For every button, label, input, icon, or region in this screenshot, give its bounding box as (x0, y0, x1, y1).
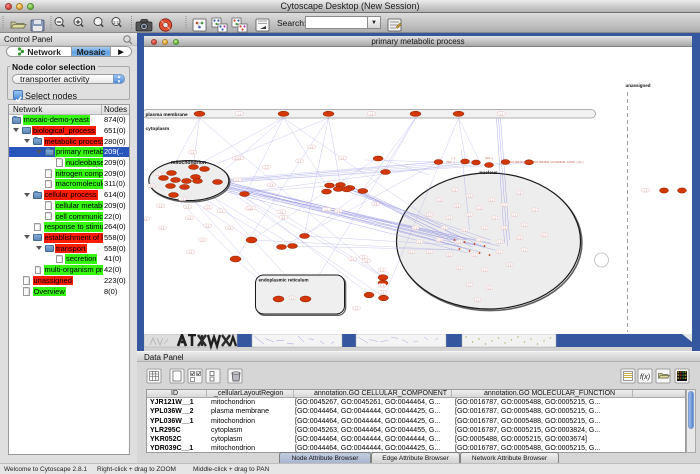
svg-text:[...]: [...] (410, 251, 414, 254)
svg-text:[...]: [...] (325, 209, 329, 212)
svg-text:[...]: [...] (381, 292, 385, 295)
svg-text:[...]: [...] (186, 206, 190, 209)
svg-text:[...]: [...] (513, 214, 517, 217)
svg-text:[...]: [...] (150, 185, 154, 188)
svg-text:[...]: [...] (488, 287, 492, 290)
svg-text:[...]: [...] (503, 204, 507, 207)
svg-text:[...]: [...] (468, 195, 472, 198)
svg-text:[...]: [...] (370, 113, 374, 116)
svg-text:[...]: [...] (508, 264, 512, 267)
svg-text:[...]: [...] (438, 199, 442, 202)
svg-text:[...]: [...] (500, 113, 504, 116)
svg-text:[...]: [...] (341, 157, 345, 160)
svg-text:[...]: [...] (644, 190, 648, 193)
svg-text:[...]: [...] (228, 227, 232, 230)
svg-text:[...]: [...] (220, 210, 224, 213)
svg-text:[...]: [...] (468, 284, 472, 287)
svg-text:[...]: [...] (428, 251, 432, 254)
svg-text:plasma membrane: plasma membrane (146, 112, 188, 118)
svg-text:[...]: [...] (236, 179, 240, 182)
svg-text:[GO:0044464, GO:0044444, GO:00: [GO:0044464, GO:0044444, GO:00...] (534, 160, 578, 164)
svg-text:[...]: [...] (270, 184, 274, 187)
svg-text:[...]: [...] (478, 239, 482, 242)
svg-text:[...]: [...] (380, 269, 384, 272)
svg-text:[GO..]: [GO..] (486, 156, 493, 160)
svg-text:[...]: [...] (478, 207, 482, 210)
svg-text:[...]: [...] (188, 217, 192, 220)
svg-text:[...]: [...] (490, 199, 494, 202)
svg-text:[...]: [...] (280, 211, 284, 214)
svg-text:nucleus: nucleus (479, 170, 497, 176)
svg-text:[...]: [...] (518, 237, 522, 240)
svg-text:[...]: [...] (503, 227, 507, 230)
svg-text:[...]: [...] (191, 152, 195, 155)
svg-text:[...]: [...] (458, 267, 462, 270)
svg-text:[...]: [...] (298, 160, 302, 163)
svg-text:[...]: [...] (156, 173, 160, 176)
svg-text:[...]: [...] (161, 227, 165, 230)
svg-text:[...]: [...] (476, 299, 480, 302)
svg-text:[...]: [...] (207, 207, 211, 210)
svg-text:[...]: [...] (206, 225, 210, 228)
svg-text:[...]: [...] (463, 229, 467, 232)
svg-text:[...]: [...] (438, 239, 442, 242)
svg-text:[...]: [...] (365, 260, 369, 263)
svg-text:[...]: [...] (533, 209, 537, 212)
svg-text:[G..]: [G..] (579, 160, 584, 164)
svg-text:1:1: 1:1 (113, 20, 120, 25)
svg-text:[...]: [...] (523, 249, 527, 252)
svg-text:unassigned: unassigned (626, 83, 651, 88)
svg-text:[...]: [...] (144, 218, 148, 221)
svg-text:[GO:0044464, GO..]: [GO:0044464, GO..] (510, 160, 533, 164)
svg-text:[...]: [...] (448, 254, 452, 257)
svg-text:[...]: [...] (473, 254, 477, 257)
svg-text:[...]: [...] (380, 285, 384, 288)
svg-text:[...]: [...] (458, 241, 462, 244)
svg-text:[...]: [...] (337, 210, 341, 213)
svg-text:[...]: [...] (483, 269, 487, 272)
svg-text:[...]: [...] (282, 217, 286, 220)
svg-text:[...]: [...] (238, 157, 242, 160)
svg-text:[...]: [...] (443, 227, 447, 230)
svg-text:[...]: [...] (493, 217, 497, 220)
svg-text:[...]: [...] (428, 214, 432, 217)
svg-text:[...]: [...] (518, 192, 522, 195)
svg-text:[...]: [...] (238, 113, 242, 116)
svg-text:[...]: [...] (468, 214, 472, 217)
svg-text:[...]: [...] (189, 251, 193, 254)
svg-text:[...]: [...] (418, 241, 422, 244)
svg-text:[GO:...]: [GO:...] (447, 160, 456, 164)
svg-text:[...]: [...] (453, 189, 457, 192)
svg-text:[...]: [...] (543, 234, 547, 237)
svg-text:[...]: [...] (201, 239, 205, 242)
svg-text:[...]: [...] (448, 217, 452, 220)
svg-text:[...]: [...] (291, 297, 295, 300)
svg-text:[...]: [...] (498, 241, 502, 244)
svg-text:[...]: [...] (414, 227, 418, 230)
svg-text:[...]: [...] (374, 203, 378, 206)
svg-text:[...]: [...] (310, 146, 314, 149)
svg-text:[...]: [...] (456, 205, 460, 208)
svg-text:[...]: [...] (181, 198, 185, 201)
svg-text:f(x): f(x) (640, 374, 650, 381)
svg-text:[...]: [...] (351, 258, 355, 261)
svg-text:[...]: [...] (250, 207, 254, 210)
svg-text:[...]: [...] (159, 205, 163, 208)
svg-text:[...]: [...] (452, 156, 456, 160)
svg-text:mitochondrion: mitochondrion (171, 160, 206, 166)
svg-text:cytoplasm: cytoplasm (146, 126, 170, 132)
svg-text:[...]: [...] (483, 227, 487, 230)
svg-text:endoplasmic reticulum: endoplasmic reticulum (259, 278, 309, 283)
svg-text:[...]: [...] (265, 167, 269, 170)
svg-text:[...]: [...] (355, 308, 359, 311)
svg-text:[...]: [...] (523, 224, 527, 227)
svg-text:[...]: [...] (498, 251, 502, 254)
